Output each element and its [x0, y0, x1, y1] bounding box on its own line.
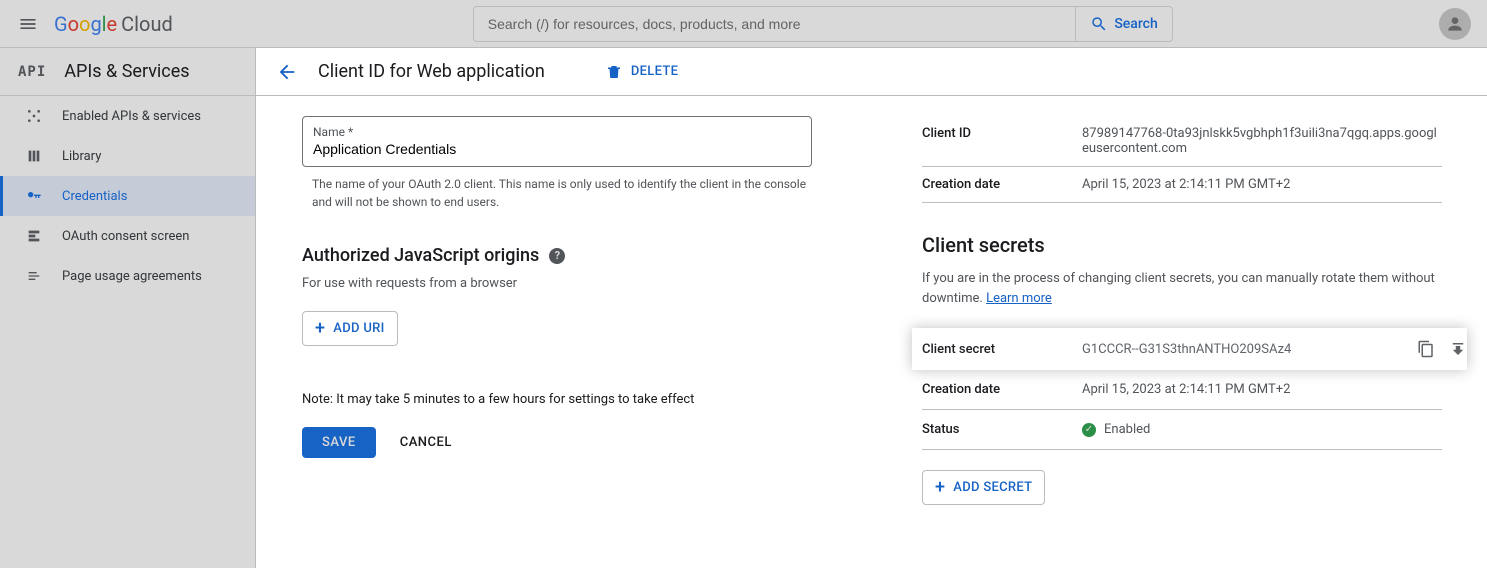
- avatar[interactable]: [1439, 8, 1471, 40]
- search-button[interactable]: Search: [1075, 7, 1171, 41]
- client-id-label: Client ID: [922, 126, 1082, 156]
- enabled-apis-icon: [24, 108, 44, 124]
- client-secret-value: G1CCCR--G31S3thnANTHO209SAz4: [1082, 342, 1417, 357]
- sidebar-item-credentials[interactable]: Credentials: [0, 176, 255, 216]
- search-bar: Search: [473, 6, 1173, 42]
- client-secret-row: Client secret G1CCCR--G31S3thnANTHO209SA…: [912, 328, 1467, 370]
- back-button[interactable]: [276, 61, 298, 83]
- search-button-label: Search: [1114, 16, 1157, 32]
- settings-note: Note: It may take 5 minutes to a few hou…: [302, 392, 862, 407]
- sidebar-item-enabled-apis[interactable]: Enabled APIs & services: [0, 96, 255, 136]
- help-icon[interactable]: ?: [549, 248, 565, 264]
- credentials-icon: [24, 188, 44, 204]
- search-icon: [1090, 15, 1108, 33]
- sidebar-item-library[interactable]: Library: [0, 136, 255, 176]
- check-icon: ✓: [1082, 423, 1096, 437]
- name-input[interactable]: [313, 141, 801, 157]
- delete-icon: [605, 63, 623, 81]
- secret-status-value: Enabled: [1104, 422, 1150, 437]
- api-icon: API: [18, 64, 46, 80]
- delete-button[interactable]: DELETE: [605, 63, 678, 81]
- name-field[interactable]: Name *: [302, 116, 812, 167]
- origins-subtext: For use with requests from a browser: [302, 276, 862, 291]
- client-id-value: 87989147768-0ta93jnlskk5vgbhph1f3uili3na…: [1082, 126, 1442, 156]
- client-secrets-heading: Client secrets: [922, 233, 1442, 257]
- name-help-text: The name of your OAuth 2.0 client. This …: [312, 175, 812, 211]
- plus-icon: +: [315, 318, 325, 339]
- secret-creation-value: April 15, 2023 at 2:14:11 PM GMT+2: [1082, 382, 1442, 397]
- client-id-row: Client ID 87989147768-0ta93jnlskk5vgbhph…: [922, 116, 1442, 167]
- add-secret-label: ADD SECRET: [953, 480, 1032, 495]
- secret-status-row: Status ✓ Enabled: [922, 410, 1442, 450]
- sidebar-item-label: OAuth consent screen: [62, 229, 189, 244]
- secret-creation-label: Creation date: [922, 382, 1082, 397]
- sidebar-item-label: Page usage agreements: [62, 269, 202, 284]
- sidebar-item-page-usage[interactable]: Page usage agreements: [0, 256, 255, 296]
- sidebar-title-text: APIs & Services: [64, 61, 189, 82]
- save-button[interactable]: SAVE: [302, 427, 376, 458]
- delete-button-label: DELETE: [631, 64, 678, 79]
- sidebar-item-label: Library: [62, 149, 101, 164]
- secret-status-label: Status: [922, 422, 1082, 437]
- client-secret-label: Client secret: [922, 342, 1082, 357]
- origins-heading: Authorized JavaScript origins ?: [302, 245, 862, 266]
- page-title: Client ID for Web application: [318, 61, 545, 82]
- cancel-button[interactable]: CANCEL: [400, 435, 452, 450]
- consent-icon: [24, 228, 44, 244]
- add-uri-button[interactable]: + ADD URI: [302, 311, 398, 346]
- plus-icon: +: [935, 477, 945, 498]
- sidebar-title: API APIs & Services: [0, 48, 255, 96]
- name-field-label: Name *: [313, 125, 801, 139]
- sidebar-item-label: Enabled APIs & services: [62, 109, 201, 124]
- secret-creation-row: Creation date April 15, 2023 at 2:14:11 …: [922, 370, 1442, 410]
- sidebar-item-label: Credentials: [62, 189, 127, 204]
- creation-date-value: April 15, 2023 at 2:14:11 PM GMT+2: [1082, 177, 1442, 192]
- add-secret-button[interactable]: + ADD SECRET: [922, 470, 1045, 505]
- client-secrets-subtext: If you are in the process of changing cl…: [922, 269, 1442, 308]
- creation-date-label: Creation date: [922, 177, 1082, 192]
- copy-secret-icon[interactable]: [1417, 340, 1435, 358]
- download-secret-icon[interactable]: [1449, 340, 1467, 358]
- page-usage-icon: [24, 268, 44, 284]
- learn-more-link[interactable]: Learn more: [986, 291, 1052, 306]
- google-cloud-logo[interactable]: Google Cloud: [54, 12, 173, 36]
- origins-heading-text: Authorized JavaScript origins: [302, 245, 539, 266]
- library-icon: [24, 148, 44, 164]
- menu-icon[interactable]: [16, 12, 40, 36]
- search-input[interactable]: [474, 16, 1076, 32]
- add-uri-label: ADD URI: [333, 321, 384, 336]
- logo-cloud-text: Cloud: [121, 12, 173, 36]
- sidebar-item-oauth-consent[interactable]: OAuth consent screen: [0, 216, 255, 256]
- creation-date-row: Creation date April 15, 2023 at 2:14:11 …: [922, 167, 1442, 203]
